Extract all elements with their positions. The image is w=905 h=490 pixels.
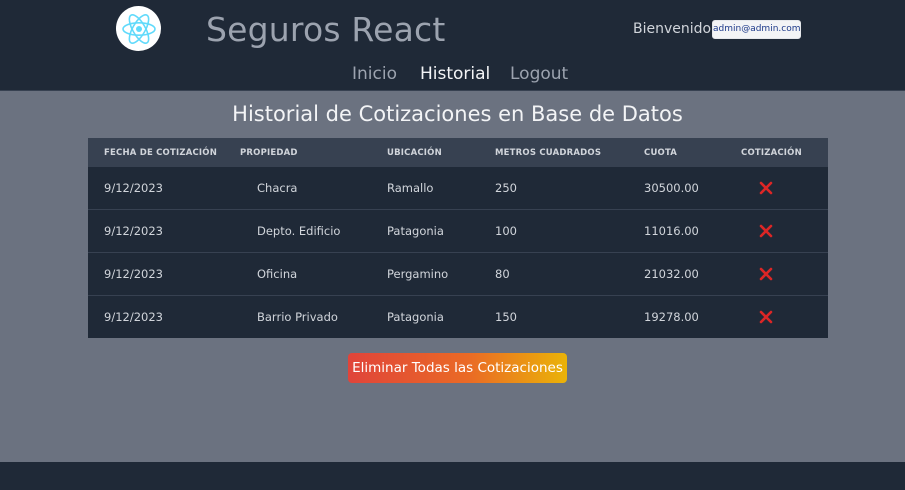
cell-propiedad: Depto. Edificio	[257, 224, 341, 238]
table-row: 9/12/2023 Oficina Pergamino 80 21032.00	[88, 252, 828, 296]
page-footer	[0, 462, 905, 490]
cell-metros: 250	[495, 181, 517, 195]
cell-propiedad: Barrio Privado	[257, 310, 338, 324]
table-row: 9/12/2023 Depto. Edificio Patagonia 100 …	[88, 209, 828, 253]
app-title: Seguros React	[206, 10, 446, 49]
cell-metros: 100	[495, 224, 517, 238]
cell-fecha: 9/12/2023	[104, 224, 163, 238]
column-header-cotizacion: COTIZACIÓN	[741, 148, 802, 158]
delete-quote-icon[interactable]	[758, 309, 774, 325]
cell-ubicacion: Patagonia	[387, 310, 444, 324]
delete-all-quotes-button[interactable]: Eliminar Todas las Cotizaciones	[348, 353, 567, 383]
cell-ubicacion: Ramallo	[387, 181, 434, 195]
table-header: FECHA DE COTIZACIÓN PROPIEDAD UBICACIÓN …	[88, 138, 828, 166]
column-header-ubicacion: UBICACIÓN	[387, 148, 442, 158]
cell-cuota: 19278.00	[644, 310, 699, 324]
column-header-propiedad: PROPIEDAD	[240, 148, 298, 158]
nav-link-logout[interactable]: Logout	[510, 64, 568, 84]
cell-fecha: 9/12/2023	[104, 310, 163, 324]
delete-quote-icon[interactable]	[758, 223, 774, 239]
cell-metros: 80	[495, 267, 510, 281]
cell-metros: 150	[495, 310, 517, 324]
cell-fecha: 9/12/2023	[104, 267, 163, 281]
user-email-badge: admin@admin.com	[712, 20, 801, 39]
nav-link-inicio[interactable]: Inicio	[352, 64, 397, 84]
quotes-table: FECHA DE COTIZACIÓN PROPIEDAD UBICACIÓN …	[88, 138, 828, 338]
main-nav: Inicio Historial Logout	[0, 64, 905, 88]
cell-cuota: 30500.00	[644, 181, 699, 195]
cell-cuota: 21032.00	[644, 267, 699, 281]
page-title: Historial de Cotizaciones en Base de Dat…	[232, 102, 683, 126]
cell-ubicacion: Pergamino	[387, 267, 449, 281]
column-header-fecha: FECHA DE COTIZACIÓN	[104, 148, 218, 158]
delete-quote-icon[interactable]	[758, 266, 774, 282]
column-header-metros: METROS CUADRADOS	[495, 148, 602, 158]
table-row: 9/12/2023 Chacra Ramallo 250 30500.00	[88, 166, 828, 210]
cell-cuota: 11016.00	[644, 224, 699, 238]
react-logo-icon	[116, 6, 161, 51]
cell-propiedad: Chacra	[257, 181, 298, 195]
cell-fecha: 9/12/2023	[104, 181, 163, 195]
nav-link-historial[interactable]: Historial	[420, 64, 490, 84]
cell-ubicacion: Patagonia	[387, 224, 444, 238]
table-row: 9/12/2023 Barrio Privado Patagonia 150 1…	[88, 295, 828, 339]
delete-quote-icon[interactable]	[758, 180, 774, 196]
welcome-label: Bienvenido:	[633, 21, 716, 37]
top-header: Seguros React Bienvenido: admin@admin.co…	[0, 0, 905, 91]
column-header-cuota: CUOTA	[644, 148, 678, 158]
cell-propiedad: Oficina	[257, 267, 298, 281]
